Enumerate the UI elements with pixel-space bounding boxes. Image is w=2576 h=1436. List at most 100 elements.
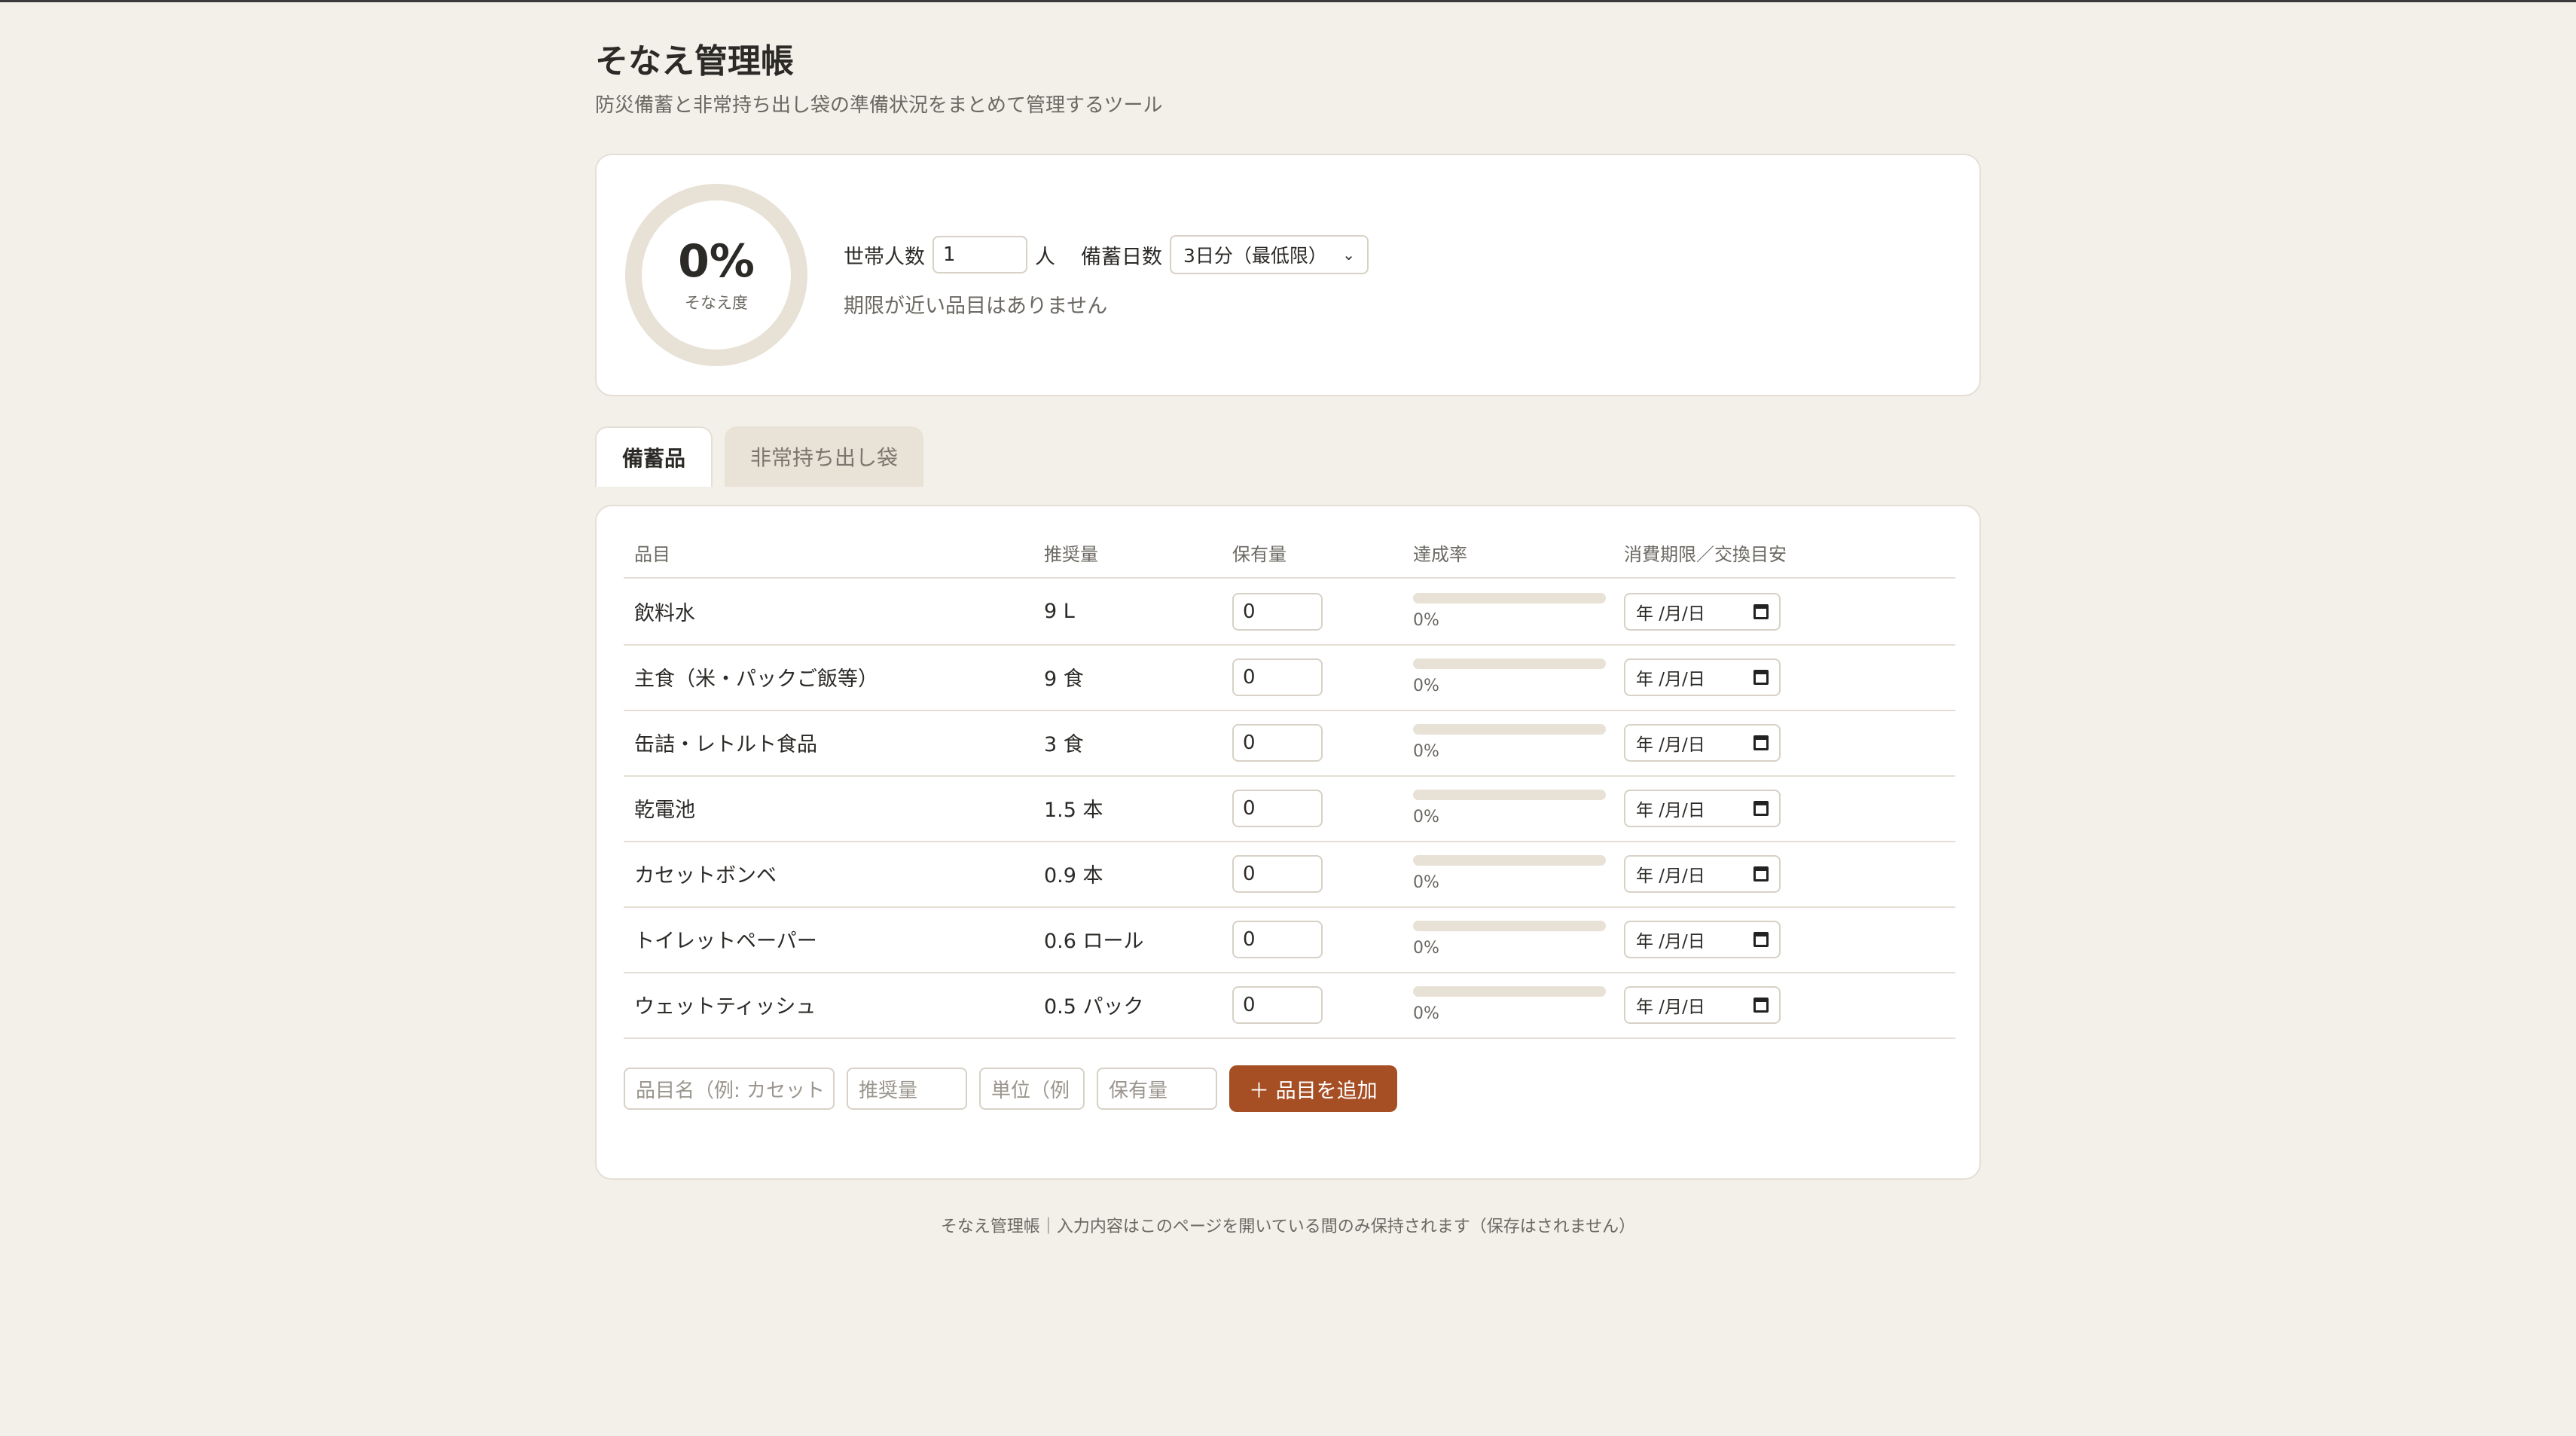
recommended-amount: 0.5 パック <box>1044 995 1144 1019</box>
expiry-status: 期限が近い品目はありません <box>844 295 1108 318</box>
table-header: 品目 推奨量 保有量 達成率 消費期限／交換目安 <box>624 539 1955 579</box>
item-name: トイレットペーパー <box>634 930 817 953</box>
achievement-cell: 0% <box>1413 775 1606 841</box>
item-name: ウェットティッシュ <box>634 995 816 1019</box>
recommended-amount: 0.9 本 <box>1044 864 1103 888</box>
expiry-date-input[interactable]: 年 /月/日 <box>1624 723 1781 762</box>
readiness-ring: 0% そなえ度 <box>625 184 807 366</box>
col-owned: 保有量 <box>1232 544 1286 565</box>
achievement-rate: 0% <box>1413 873 1439 892</box>
item-name: 飲料水 <box>634 602 695 625</box>
date-placeholder: 年 /月/日 <box>1636 735 1705 755</box>
achievement-cell: 0% <box>1413 644 1606 710</box>
date-placeholder: 年 /月/日 <box>1636 997 1705 1017</box>
tab-emergency-bag[interactable]: 非常持ち出し袋 <box>725 426 924 487</box>
calendar-icon[interactable] <box>1753 800 1769 816</box>
recommended-amount: 9 食 <box>1044 668 1084 691</box>
table-row: トイレットペーパー 0.6 ロール 0 0% 年 /月/日 <box>624 906 1955 973</box>
date-placeholder: 年 /月/日 <box>1636 866 1705 886</box>
col-recommended: 推奨量 <box>1044 544 1098 565</box>
recommended-amount: 3 食 <box>1044 733 1084 756</box>
table-row: 乾電池 1.5 本 0 0% 年 /月/日 <box>624 775 1955 842</box>
window-top-edge <box>0 0 2576 2</box>
main-container: そなえ管理帳 防災備蓄と非常持ち出し袋の準備状況をまとめて管理するツール 0% … <box>595 38 1981 1236</box>
chevron-down-icon: ⌄ <box>1342 246 1355 264</box>
calendar-icon[interactable] <box>1753 997 1769 1013</box>
new-item-owned-input[interactable]: 保有量 <box>1097 1068 1217 1110</box>
date-placeholder: 年 /月/日 <box>1636 800 1705 820</box>
col-item: 品目 <box>634 544 670 565</box>
date-placeholder: 年 /月/日 <box>1636 931 1705 952</box>
progress-bar <box>1413 658 1606 669</box>
household-count-input[interactable]: 1 <box>932 236 1027 273</box>
stock-days-value: 3日分（最低限） <box>1183 245 1327 267</box>
owned-quantity-input[interactable]: 0 <box>1232 920 1323 958</box>
achievement-cell: 0% <box>1413 906 1606 972</box>
calendar-icon[interactable] <box>1753 866 1769 881</box>
recommended-amount: 1.5 本 <box>1044 799 1103 822</box>
expiry-date-input[interactable]: 年 /月/日 <box>1624 592 1781 631</box>
date-placeholder: 年 /月/日 <box>1636 669 1705 689</box>
item-name: カセットボンベ <box>634 864 777 888</box>
expiry-date-input[interactable]: 年 /月/日 <box>1624 920 1781 958</box>
date-placeholder: 年 /月/日 <box>1636 603 1705 624</box>
expiry-date-input[interactable]: 年 /月/日 <box>1624 854 1781 893</box>
page-title: そなえ管理帳 <box>595 42 794 81</box>
new-item-unit-input[interactable]: 単位（例 <box>979 1068 1085 1110</box>
tab-stockpile[interactable]: 備蓄品 <box>595 426 713 487</box>
household-unit: 人 <box>1035 245 1055 269</box>
add-item-button[interactable]: ＋ 品目を追加 <box>1229 1065 1397 1112</box>
item-name: 主食（米・パックご飯等） <box>634 668 878 691</box>
calendar-icon[interactable] <box>1753 735 1769 750</box>
achievement-cell: 0% <box>1413 579 1606 644</box>
owned-quantity-input[interactable]: 0 <box>1232 658 1323 696</box>
new-item-name-input[interactable]: 品目名（例: カセット <box>624 1068 835 1110</box>
new-item-recommended-input[interactable]: 推奨量 <box>847 1068 967 1110</box>
achievement-rate: 0% <box>1413 677 1439 695</box>
achievement-cell: 0% <box>1413 972 1606 1037</box>
item-name: 缶詰・レトルト食品 <box>634 733 817 756</box>
readiness-label: そなえ度 <box>685 294 748 312</box>
expiry-date-input[interactable]: 年 /月/日 <box>1624 985 1781 1024</box>
owned-quantity-input[interactable]: 0 <box>1232 854 1323 893</box>
col-expiry: 消費期限／交換目安 <box>1624 544 1787 565</box>
owned-quantity-input[interactable]: 0 <box>1232 723 1323 762</box>
table-row: 主食（米・パックご飯等） 9 食 0 0% 年 /月/日 <box>624 644 1955 711</box>
achievement-cell: 0% <box>1413 841 1606 906</box>
table-row: 缶詰・レトルト食品 3 食 0 0% 年 /月/日 <box>624 710 1955 777</box>
recommended-amount: 0.6 ロール <box>1044 930 1144 953</box>
achievement-rate: 0% <box>1413 939 1439 958</box>
expiry-date-input[interactable]: 年 /月/日 <box>1624 658 1781 696</box>
stock-days-label: 備蓄日数 <box>1081 245 1162 269</box>
progress-bar <box>1413 790 1606 800</box>
footer-note: そなえ管理帳｜入力内容はこのページを開いている間のみ保持されます（保存はされませ… <box>940 1218 1636 1236</box>
achievement-rate: 0% <box>1413 742 1439 761</box>
progress-bar <box>1413 986 1606 997</box>
table-row: ウェットティッシュ 0.5 パック 0 0% 年 /月/日 <box>624 972 1955 1039</box>
calendar-icon[interactable] <box>1753 931 1769 947</box>
readiness-percent: 0% <box>678 235 755 288</box>
page-subtitle: 防災備蓄と非常持ち出し袋の準備状況をまとめて管理するツール <box>595 94 1163 117</box>
calendar-icon[interactable] <box>1753 603 1769 619</box>
owned-quantity-input[interactable]: 0 <box>1232 592 1323 631</box>
add-item-form: 品目名（例: カセット 推奨量 単位（例 保有量 ＋ 品目を追加 <box>624 1065 1397 1112</box>
summary-card: 0% そなえ度 世帯人数 1 人 備蓄日数 3日分（最低限） ⌄ 期限が近い品目… <box>595 154 1981 396</box>
achievement-rate: 0% <box>1413 1004 1439 1023</box>
progress-bar <box>1413 593 1606 603</box>
item-name: 乾電池 <box>634 799 695 822</box>
progress-bar <box>1413 724 1606 735</box>
progress-bar <box>1413 921 1606 931</box>
calendar-icon[interactable] <box>1753 669 1769 685</box>
achievement-rate: 0% <box>1413 611 1439 630</box>
achievement-cell: 0% <box>1413 710 1606 775</box>
owned-quantity-input[interactable]: 0 <box>1232 789 1323 827</box>
items-card: 品目 推奨量 保有量 達成率 消費期限／交換目安 飲料水 9 L 0 0% 年 … <box>595 505 1981 1180</box>
tab-bar: 備蓄品 非常持ち出し袋 <box>595 426 935 487</box>
achievement-rate: 0% <box>1413 808 1439 826</box>
owned-quantity-input[interactable]: 0 <box>1232 985 1323 1024</box>
expiry-date-input[interactable]: 年 /月/日 <box>1624 789 1781 827</box>
table-row: カセットボンベ 0.9 本 0 0% 年 /月/日 <box>624 841 1955 908</box>
stock-days-select[interactable]: 3日分（最低限） ⌄ <box>1170 235 1369 274</box>
recommended-amount: 9 L <box>1044 600 1075 623</box>
household-label: 世帯人数 <box>844 245 925 269</box>
